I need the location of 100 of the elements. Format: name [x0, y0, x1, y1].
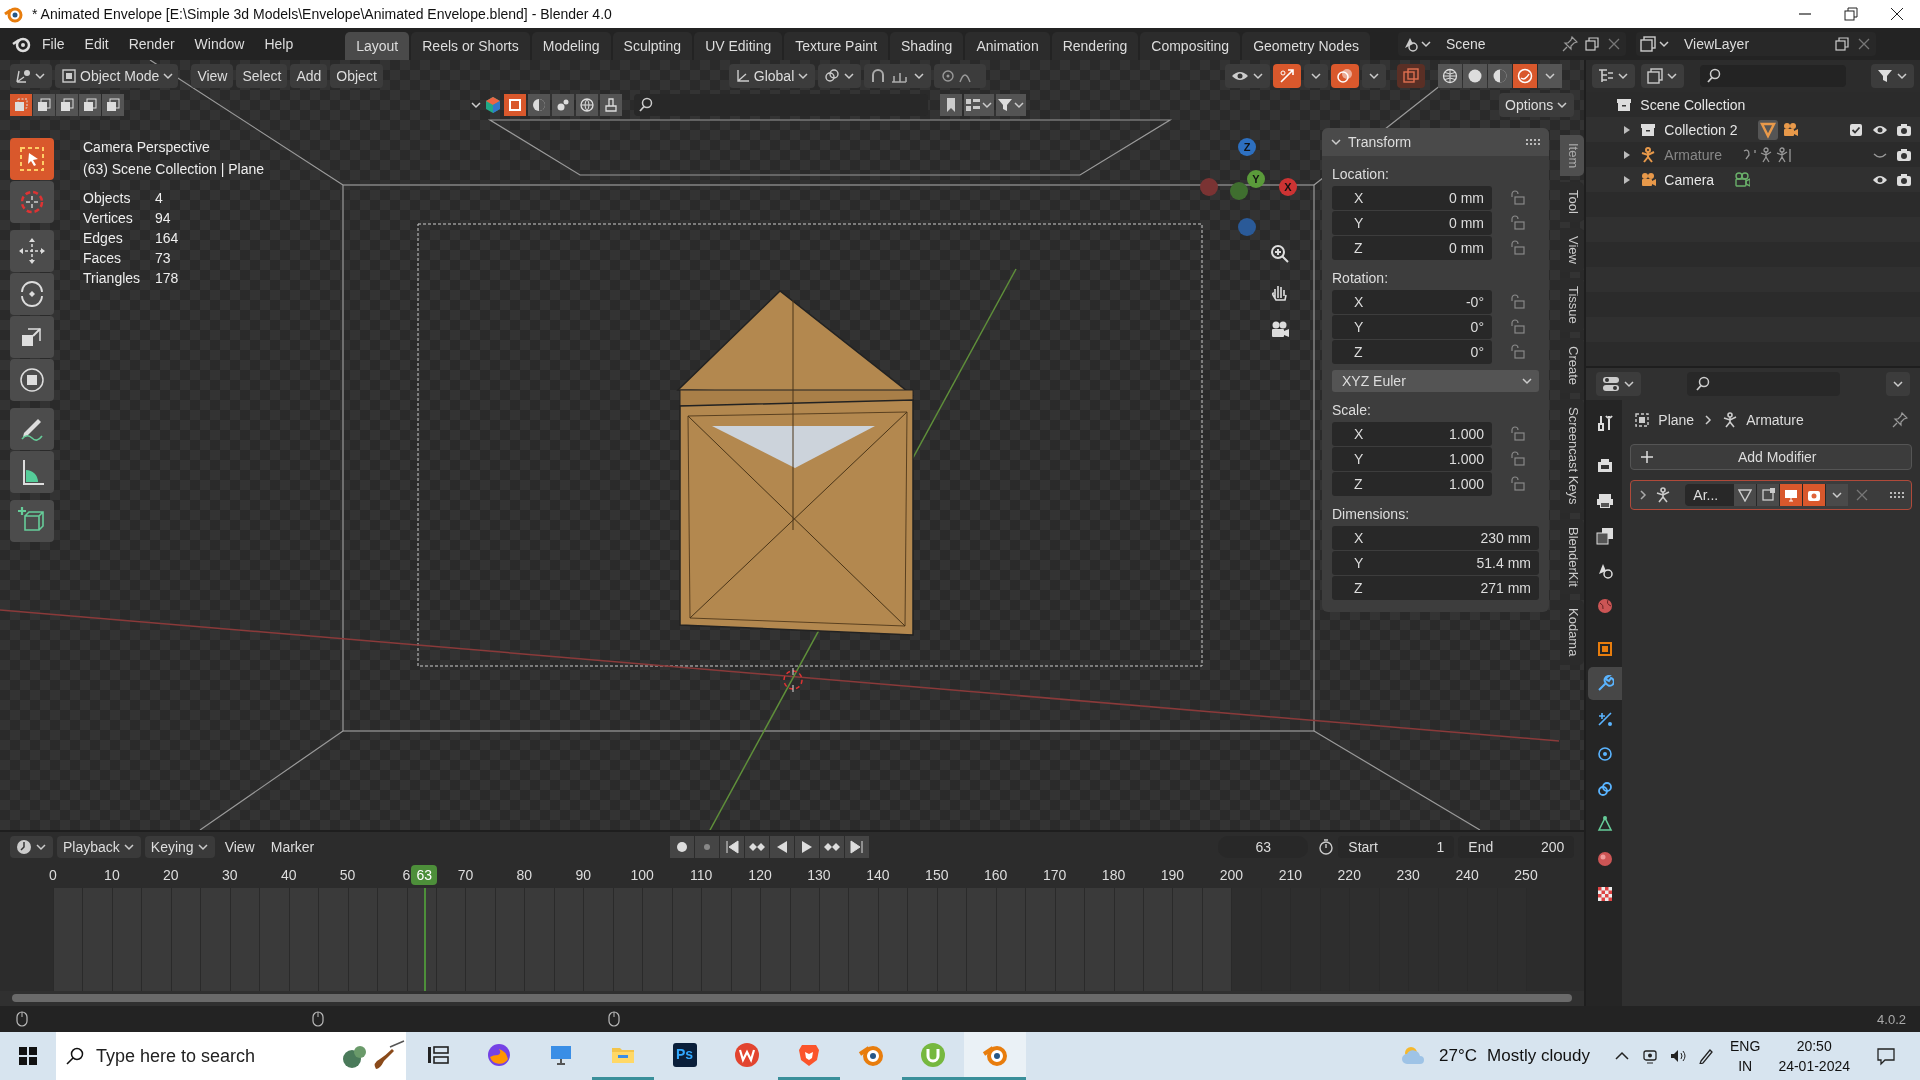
frame-number: 90 — [575, 867, 592, 883]
workspace-tab[interactable]: Texture Paint — [784, 32, 889, 60]
menu-item[interactable]: Window — [184, 32, 255, 56]
search-field[interactable]: Type here to search — [94, 1044, 330, 1068]
current-frame-field[interactable]: 63 — [1218, 836, 1309, 858]
timeline-menu[interactable]: Marker — [264, 836, 321, 858]
frame-number: 10 — [104, 867, 120, 883]
workspace-tab[interactable]: Geometry Nodes — [1242, 32, 1370, 60]
workspace-tab[interactable]: UV Editing — [694, 32, 783, 60]
number-field[interactable]: Z 0 mm — [1332, 236, 1492, 260]
sidebar-tab[interactable]: Item — [1560, 135, 1584, 177]
number-field[interactable]: X 230 mm — [1332, 526, 1539, 550]
axis-label: X — [1353, 294, 1365, 310]
search-bar[interactable]: Type here to search — [56, 1032, 406, 1080]
frame-number: 190 — [1160, 867, 1185, 883]
viewport-menu[interactable]: Select — [236, 64, 288, 88]
field-value: 200 — [1540, 839, 1565, 855]
frame-number: 170 — [1042, 867, 1067, 883]
number-field[interactable]: Z 1.000 — [1332, 472, 1492, 496]
menu-item[interactable]: File — [32, 32, 75, 56]
number-field[interactable]: Y 51.4 mm — [1332, 551, 1539, 575]
stat-value: 73 — [155, 250, 172, 266]
field-value: 0° — [1469, 319, 1484, 335]
sidebar-tab[interactable]: Tissue — [1560, 278, 1584, 332]
outliner-item[interactable]: Collection 2 — [1664, 121, 1738, 138]
number-field[interactable]: Z 0° — [1332, 340, 1492, 364]
number-field[interactable]: X 1.000 — [1332, 422, 1492, 446]
frame-number: 160 — [984, 867, 1008, 883]
number-field[interactable]: Y 0 mm — [1332, 211, 1492, 235]
axis-label: Z — [1353, 580, 1364, 596]
number-field[interactable]: Y 0° — [1332, 315, 1492, 339]
clock-time[interactable]: 20:50 — [1796, 1036, 1832, 1056]
workspace-tab[interactable]: Reels or Shorts — [411, 32, 530, 60]
view-layer-field[interactable]: ViewLayer — [1635, 32, 1876, 56]
workspace-tab[interactable]: Shading — [890, 32, 964, 60]
field-value: 271 mm — [1479, 580, 1531, 596]
frame-number: 50 — [339, 867, 356, 883]
field-value: 1.000 — [1447, 476, 1484, 492]
workspace-tab[interactable]: Rendering — [1051, 32, 1139, 60]
workspace-tab[interactable]: Layout — [345, 32, 410, 60]
timeline-dropdown[interactable]: Playback — [57, 836, 141, 858]
field-value: 230 mm — [1479, 530, 1531, 546]
weather-temperature[interactable]: 27°C — [1439, 1046, 1478, 1066]
sidebar-tab[interactable]: Tool — [1560, 182, 1584, 223]
menu-item[interactable]: Help — [254, 32, 304, 56]
taskbar-app[interactable]: Ps — [654, 1032, 716, 1080]
sidebar-tab[interactable]: Create — [1560, 337, 1584, 393]
viewport-info-text: (63) Scene Collection | Plane — [83, 160, 265, 179]
timeline-dropdown[interactable]: Keying — [144, 836, 215, 858]
scene-field[interactable]: Scene — [1397, 32, 1626, 56]
mode-dropdown[interactable]: Object Mode — [55, 64, 179, 88]
workspace-tab[interactable]: Sculpting — [612, 32, 693, 60]
language-indicator[interactable]: IN — [1738, 1056, 1753, 1076]
number-field[interactable]: Z 271 mm — [1332, 576, 1539, 600]
sidebar-tab[interactable]: BlenderKit — [1560, 518, 1584, 595]
workspace-tab[interactable]: Compositing — [1140, 32, 1241, 60]
frame-number: 100 — [630, 867, 654, 883]
menu-item[interactable]: Render — [118, 32, 185, 56]
frame-number: 110 — [689, 867, 713, 883]
weather-condition[interactable]: Mostly cloudy — [1487, 1046, 1591, 1066]
panel-header[interactable]: Transform — [1322, 128, 1549, 156]
panel-title: Transform — [1348, 134, 1413, 150]
frame-number: 230 — [1396, 867, 1420, 883]
add-modifier-button[interactable]: Add Modifier — [1630, 444, 1912, 470]
options-dropdown[interactable]: Options — [1499, 93, 1575, 117]
language-indicator[interactable]: ENG — [1730, 1036, 1761, 1056]
field-label: End — [1468, 839, 1495, 855]
viewport-menu[interactable]: View — [191, 64, 234, 88]
outliner-item[interactable]: Camera — [1664, 171, 1715, 188]
frame-number: 210 — [1278, 867, 1302, 883]
sidebar-tab[interactable]: Screencast Keys — [1560, 398, 1584, 513]
outliner-item[interactable]: Armature — [1664, 146, 1722, 163]
axis-label: X — [1353, 426, 1365, 442]
outliner-item[interactable]: Scene Collection — [1640, 96, 1746, 113]
clock-date[interactable]: 24-01-2024 — [1778, 1056, 1850, 1076]
ps-logo-text: Ps — [676, 1045, 694, 1062]
menu-item[interactable]: Edit — [74, 32, 119, 56]
sidebar-tab[interactable]: Kodama — [1560, 600, 1584, 665]
field-label: Location: — [1331, 165, 1390, 184]
navigation-gizmo[interactable]: Z Y X — [1200, 136, 1300, 236]
rotation-mode-dropdown[interactable]: XYZ Euler — [1332, 370, 1539, 392]
number-field[interactable]: X -0° — [1332, 290, 1492, 314]
timeline-menu[interactable]: View — [218, 836, 261, 858]
number-field[interactable]: X 0 mm — [1332, 186, 1492, 210]
workspace-tab[interactable]: Modeling — [531, 32, 611, 60]
viewport-menu[interactable]: Object — [330, 64, 383, 88]
frame-number: 130 — [807, 867, 831, 883]
number-field[interactable]: Y 1.000 — [1332, 447, 1492, 471]
orientation-dropdown[interactable]: Global — [728, 64, 816, 88]
sidebar-tab[interactable]: View — [1560, 228, 1584, 273]
frame-number: 220 — [1337, 867, 1361, 883]
viewport-menu[interactable]: Add — [290, 64, 328, 88]
workspace-tab[interactable]: Animation — [965, 32, 1050, 60]
frame-number: 30 — [221, 867, 238, 883]
field-value: 1.000 — [1447, 426, 1484, 442]
frame-number: 0 — [49, 867, 57, 883]
end-frame-field[interactable]: End 200 — [1458, 836, 1575, 858]
playhead-frame[interactable]: 63 — [411, 865, 438, 885]
start-frame-field[interactable]: Start 1 — [1338, 836, 1455, 858]
view-layer-name: ViewLayer — [1682, 36, 1751, 52]
